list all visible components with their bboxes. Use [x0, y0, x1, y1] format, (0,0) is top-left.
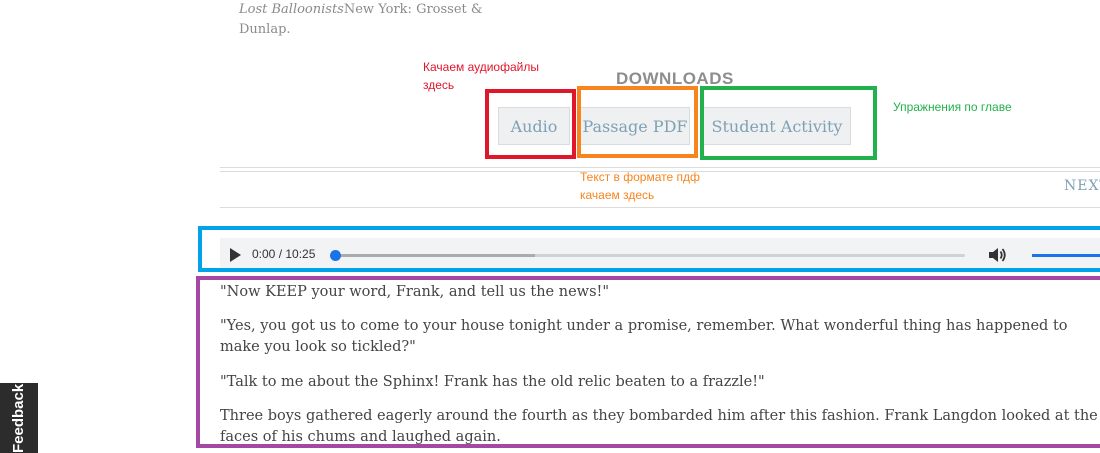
passage-p2-line2: make you look so tickled?" [220, 339, 416, 355]
passage-p3-text: "Talk to me about the Sphinx! Frank has … [220, 374, 765, 390]
feedback-tab[interactable]: Feedback [0, 383, 38, 453]
passage-pdf-download-button[interactable]: Passage PDF [580, 107, 690, 145]
citation: Lost BalloonistsNew York: Grosset & Dunl… [239, 0, 499, 40]
audio-player: 0:00 / 10:25 [220, 238, 1100, 272]
seek-bar[interactable] [330, 250, 965, 261]
annotation-activity-note: Упражнения по главе [893, 100, 1012, 114]
passage-p1-text: "Now KEEP your word, Frank, and tell us … [220, 284, 610, 300]
annotation-pdf-text: Текст в формате пдф качаем здесь [580, 170, 700, 202]
downloads-heading: DOWNLOADS [616, 69, 734, 88]
time-display: 0:00 / 10:25 [252, 247, 316, 261]
passage-p4-line1: Three boys gathered eagerly around the f… [220, 408, 1098, 424]
feedback-label: Feedback [10, 383, 27, 453]
annotation-audio-note: Качаем аудиофайлы здесь [423, 58, 573, 94]
volume-slider[interactable] [1032, 254, 1100, 257]
passage-paragraph-3: "Talk to me about the Sphinx! Frank has … [220, 372, 1100, 393]
passage-paragraph-2: "Yes, you got us to come to your house t… [220, 316, 1100, 358]
divider-bottom [220, 207, 1100, 208]
annotation-audio-text: Качаем аудиофайлы здесь [423, 60, 539, 92]
seek-bar-buffer [335, 254, 535, 257]
annotation-pdf-note: Текст в формате пдф качаем здесь [580, 168, 730, 204]
next-link[interactable]: NEXT [1064, 178, 1100, 194]
citation-book-title: Lost Balloonists [239, 2, 344, 17]
passage-p2-line1: "Yes, you got us to come to your house t… [220, 318, 1068, 334]
seek-knob[interactable] [330, 250, 341, 261]
audio-download-button[interactable]: Audio [498, 107, 570, 145]
passage-paragraph-4: Three boys gathered eagerly around the f… [220, 406, 1100, 448]
passage-p4-line2: faces of his chums and laughed again. [220, 429, 501, 445]
volume-icon[interactable] [988, 246, 1008, 264]
passage-paragraph-1: "Now KEEP your word, Frank, and tell us … [220, 282, 1100, 303]
play-icon[interactable] [230, 248, 241, 262]
student-activity-download-button[interactable]: Student Activity [703, 107, 851, 145]
